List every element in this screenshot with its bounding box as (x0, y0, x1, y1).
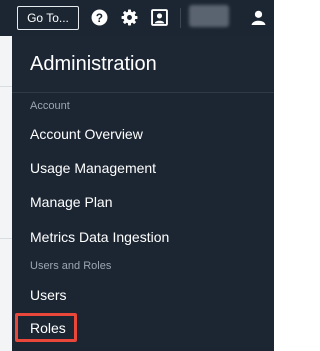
redacted-account-name[interactable] (189, 5, 229, 27)
menu-title: Administration (30, 53, 157, 75)
page-divider (0, 86, 12, 87)
top-nav-bar: Go To... ? (0, 0, 274, 36)
menu-item-users[interactable]: Users (30, 286, 67, 304)
menu-item-manage-plan[interactable]: Manage Plan (30, 193, 113, 211)
goto-button[interactable]: Go To... (17, 6, 79, 30)
menu-item-roles[interactable]: Roles (30, 319, 66, 337)
contact-card-icon[interactable] (151, 9, 168, 26)
svg-text:?: ? (96, 12, 103, 25)
settings-gear-icon[interactable] (121, 9, 138, 26)
page-background (0, 36, 12, 351)
menu-item-metrics-data-ingestion[interactable]: Metrics Data Ingestion (30, 228, 169, 246)
page-divider (0, 238, 12, 239)
menu-item-account-overview[interactable]: Account Overview (30, 125, 143, 143)
menu-header: Administration (12, 36, 274, 93)
menu-item-usage-management[interactable]: Usage Management (30, 159, 156, 177)
section-label-account: Account (30, 100, 70, 112)
help-icon[interactable]: ? (91, 9, 108, 26)
administration-menu: Administration Account Account Overview … (12, 36, 274, 351)
user-avatar-icon[interactable] (250, 9, 267, 26)
toolbar-divider (180, 8, 181, 28)
section-label-users-and-roles: Users and Roles (30, 260, 112, 272)
